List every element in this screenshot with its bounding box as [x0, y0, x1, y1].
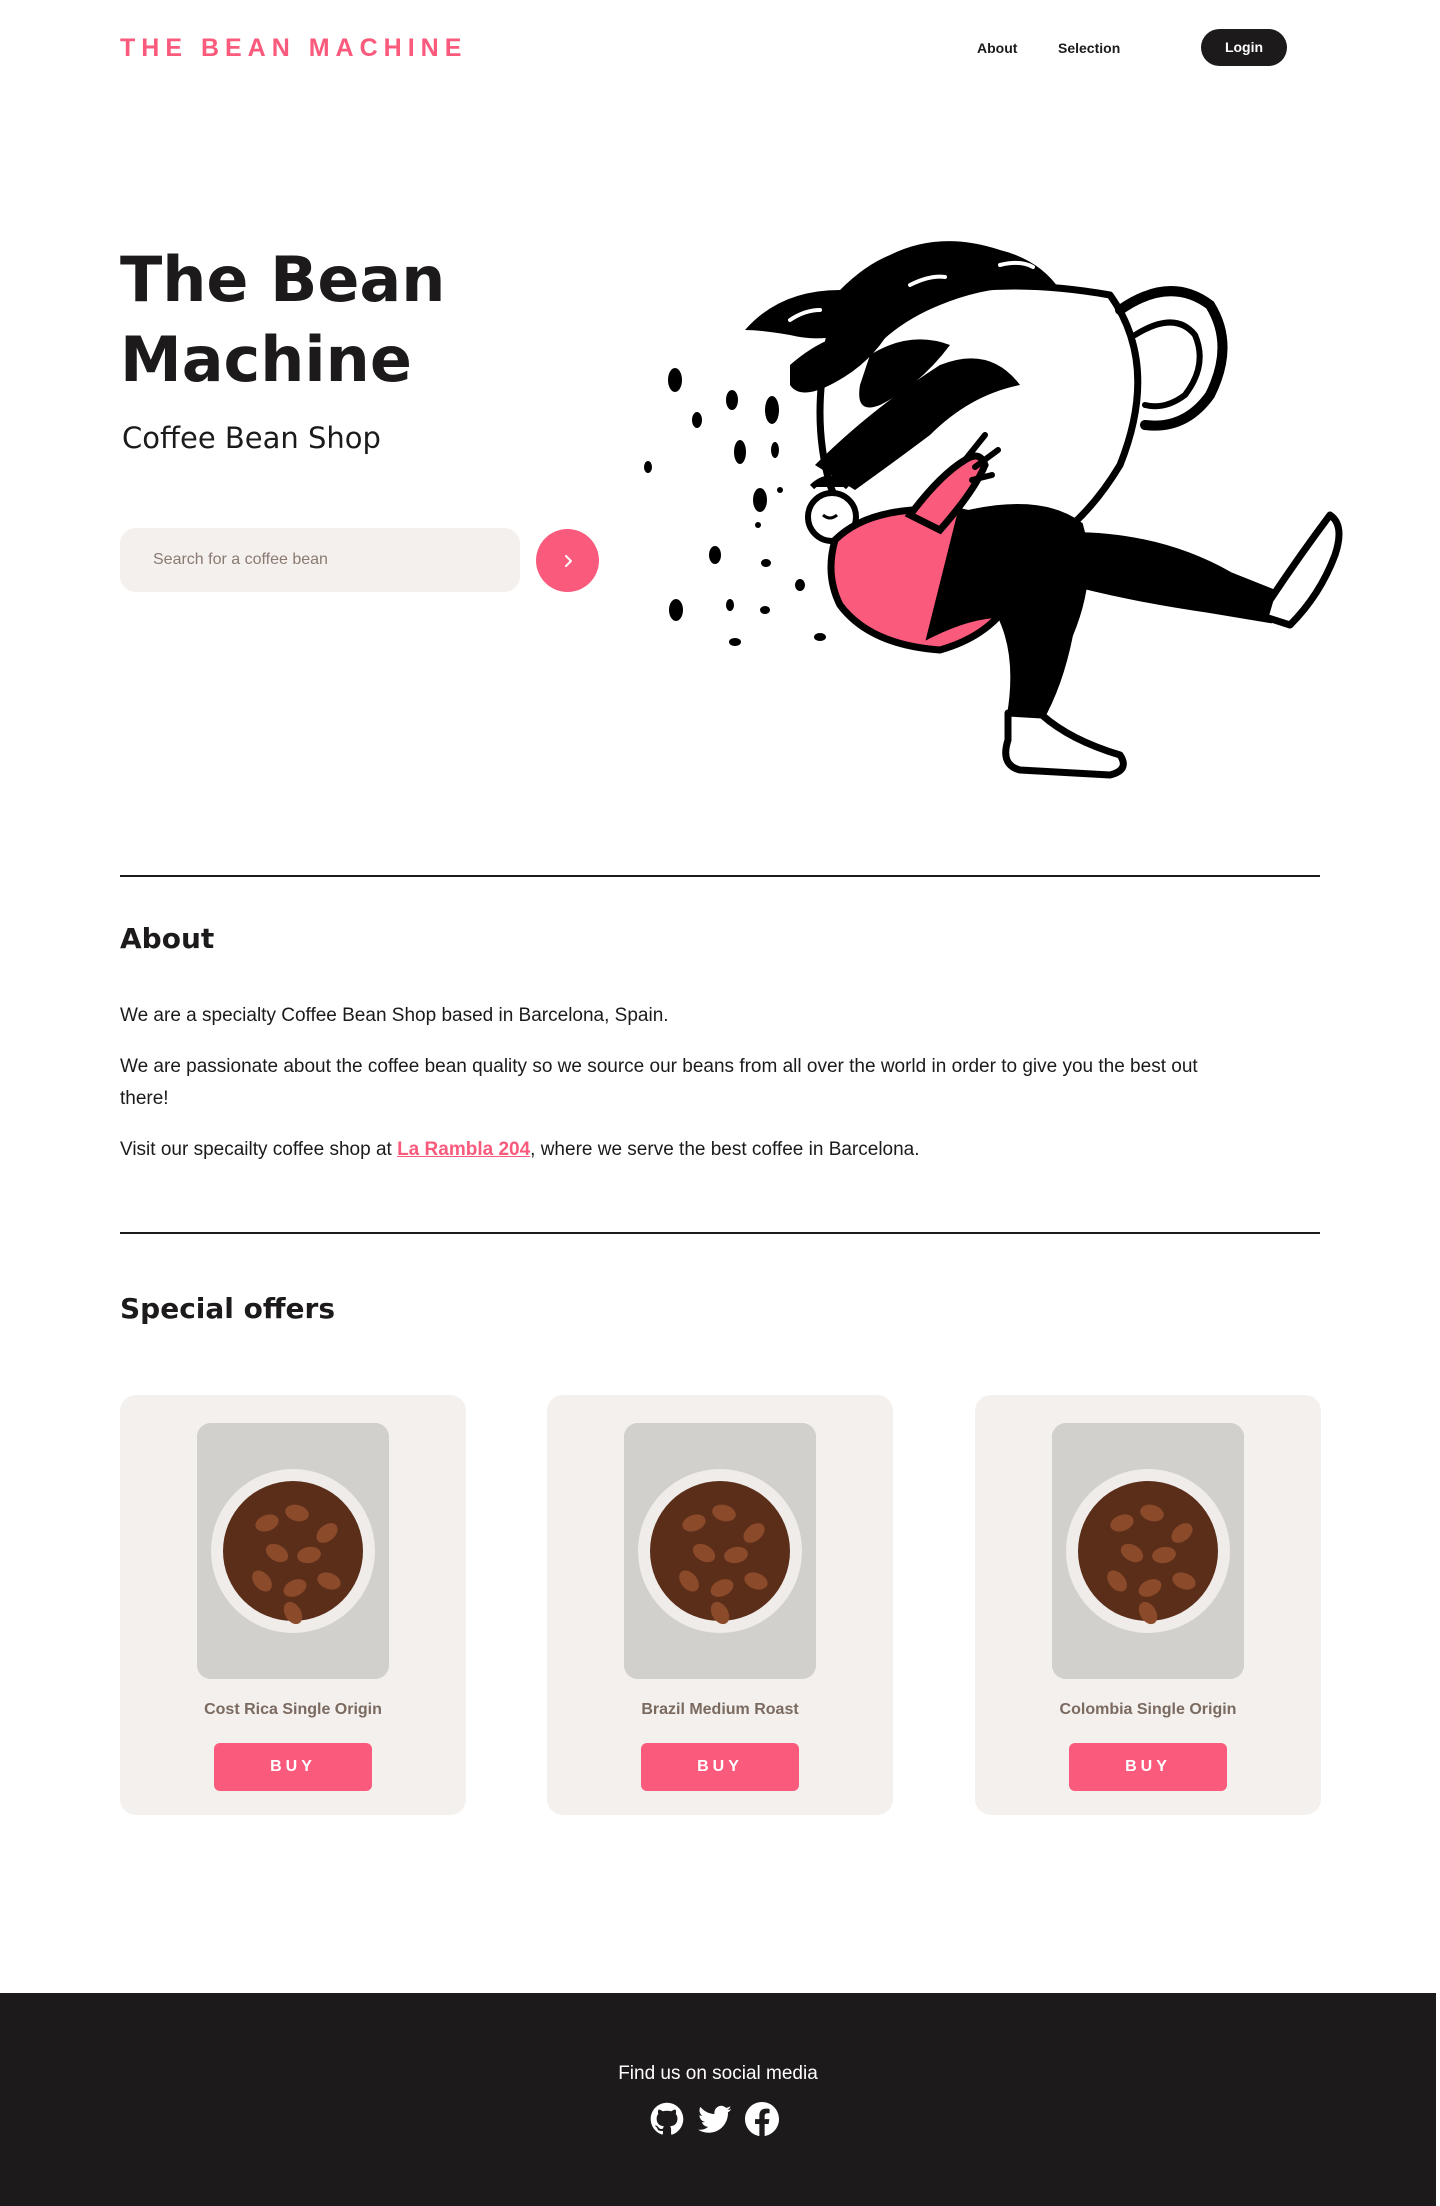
coffee-bean-image: [624, 1423, 816, 1679]
offer-name: Brazil Medium Roast: [641, 1701, 799, 1718]
search-box: [120, 528, 520, 592]
section-divider: [120, 875, 1320, 877]
footer: Find us on social media: [0, 1993, 1436, 2206]
login-button[interactable]: Login: [1201, 29, 1287, 66]
chevron-right-icon: [564, 554, 572, 567]
about-title: About: [120, 922, 215, 955]
offer-card: Brazil Medium Roast BUY: [547, 1395, 893, 1815]
offer-name: Colombia Single Origin: [1059, 1701, 1237, 1718]
search-input[interactable]: [120, 528, 520, 592]
github-icon[interactable]: [650, 2102, 684, 2136]
offer-card: Cost Rica Single Origin BUY: [120, 1395, 466, 1815]
page: THE BEAN MACHINE About Selection Login T…: [0, 0, 1440, 2206]
search-button[interactable]: [536, 529, 599, 592]
about-paragraph-1: We are a specialty Coffee Bean Shop base…: [120, 1005, 669, 1026]
coffee-bowl-graphic: [1052, 1423, 1244, 1679]
about-paragraph-3-after: , where we serve the best coffee in Barc…: [530, 1139, 920, 1160]
special-offers-title: Special offers: [120, 1292, 336, 1325]
coffee-cup-illustration: [644, 241, 1343, 779]
hero-title: The Bean Machine: [120, 243, 446, 396]
coffee-bowl-graphic: [624, 1423, 816, 1679]
address-link[interactable]: La Rambla 204: [397, 1139, 530, 1160]
footer-text: Find us on social media: [618, 2063, 818, 2084]
section-divider: [120, 1232, 1320, 1234]
site-logo[interactable]: THE BEAN MACHINE: [120, 34, 467, 63]
coffee-bean-image: [197, 1423, 389, 1679]
nav-link-selection[interactable]: Selection: [1058, 40, 1120, 56]
nav-link-about[interactable]: About: [977, 40, 1017, 56]
about-paragraph-3-before: Visit our specailty coffee shop at: [120, 1139, 398, 1160]
offer-name: Cost Rica Single Origin: [204, 1701, 382, 1718]
twitter-icon[interactable]: [698, 2102, 732, 2136]
coffee-bowl-graphic: [197, 1423, 389, 1679]
buy-button[interactable]: BUY: [1069, 1743, 1227, 1791]
hero-subtitle: Coffee Bean Shop: [122, 421, 381, 455]
about-paragraph-3: Visit our specailty coffee shop at La Ra…: [120, 1134, 1220, 1166]
offer-card: Colombia Single Origin BUY: [975, 1395, 1321, 1815]
coffee-bean-image: [1052, 1423, 1244, 1679]
buy-button[interactable]: BUY: [641, 1743, 799, 1791]
facebook-icon[interactable]: [745, 2102, 779, 2136]
about-paragraph-2: We are passionate about the coffee bean …: [120, 1056, 1198, 1109]
buy-button[interactable]: BUY: [214, 1743, 372, 1791]
